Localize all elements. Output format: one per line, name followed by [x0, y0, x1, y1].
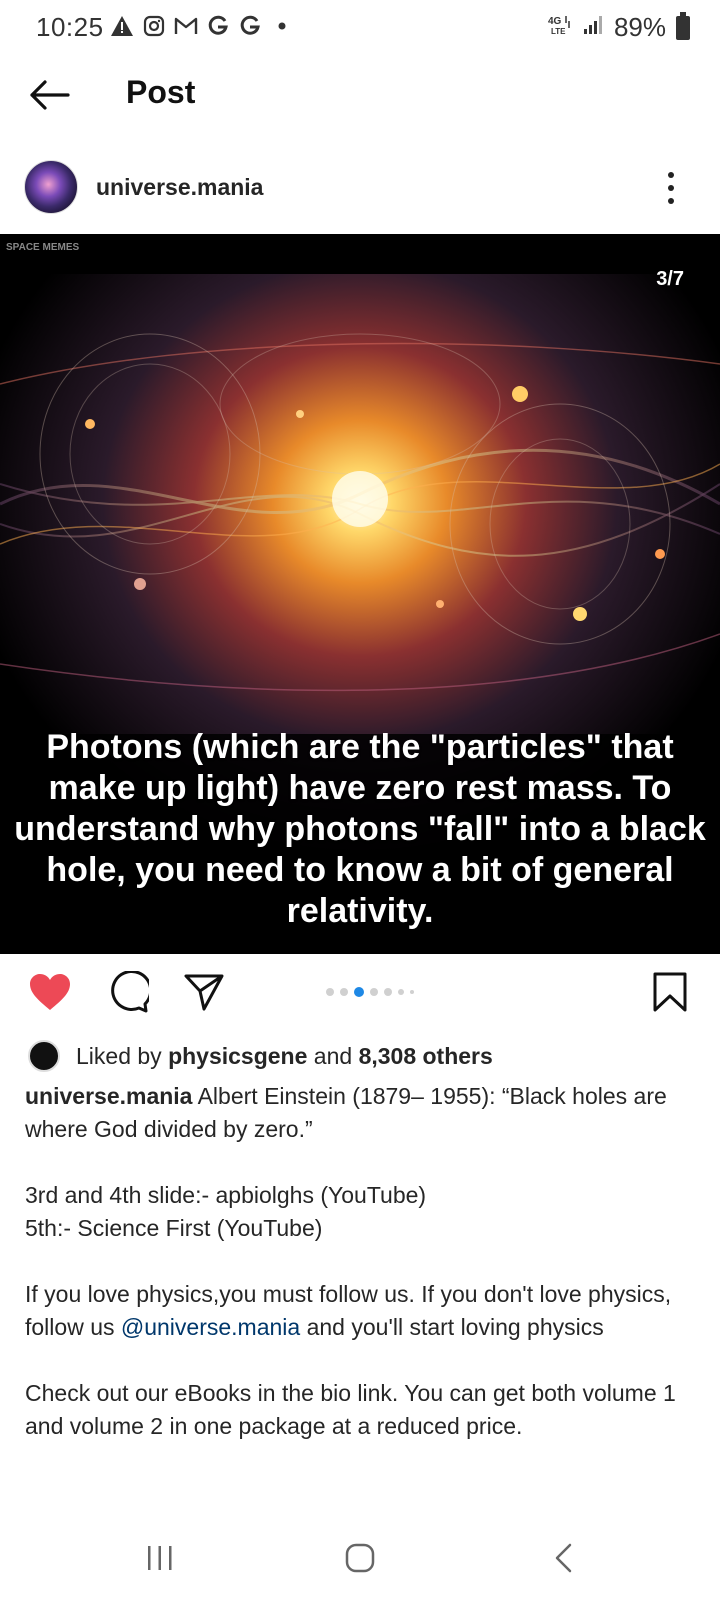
home-button[interactable]	[330, 1536, 390, 1580]
recents-icon	[148, 1546, 172, 1570]
battery-percent: 89%	[613, 12, 666, 42]
signal-icon	[582, 14, 604, 41]
likes-prefix: Liked by	[76, 1042, 169, 1069]
liker-avatar	[28, 1040, 60, 1072]
alert-icon	[110, 14, 134, 38]
carousel-dot	[410, 990, 414, 994]
bookmark-icon	[653, 972, 687, 1012]
carousel-dot	[340, 988, 348, 996]
status-right: 4G LTE 89%	[548, 11, 690, 43]
share-icon	[184, 974, 224, 1011]
status-bar: 10:25 4G LTE 89%	[0, 0, 720, 56]
image-text: Photons (which are the "particles" that …	[14, 728, 706, 930]
recents-button[interactable]	[130, 1536, 190, 1580]
likes-middle: and	[307, 1042, 359, 1069]
avatar[interactable]	[24, 160, 78, 214]
back-button[interactable]	[24, 70, 74, 120]
svg-text:4G: 4G	[548, 16, 562, 27]
caption-paragraph: If you love physics,you must follow us. …	[25, 1278, 695, 1344]
battery-icon	[676, 11, 690, 40]
liker-username[interactable]: physicsgene	[168, 1043, 307, 1069]
caption-credit-1: 3rd and 4th slide:- apbiolghs (YouTube)	[25, 1182, 427, 1208]
caption-mention[interactable]: @universe.mania	[121, 1314, 300, 1340]
post-username[interactable]: universe.mania	[96, 174, 263, 201]
instagram-icon	[142, 14, 166, 38]
share-button[interactable]	[180, 968, 228, 1016]
slide-counter: 3/7	[656, 268, 684, 290]
save-button[interactable]	[646, 968, 694, 1016]
more-options-button[interactable]	[658, 168, 684, 208]
google-icon	[238, 14, 262, 38]
home-icon	[345, 1543, 375, 1573]
carousel-dot	[326, 988, 334, 996]
comment-icon	[111, 971, 149, 1013]
svg-text:LTE: LTE	[551, 27, 566, 36]
system-nav-bar	[0, 1516, 720, 1600]
caption-ebook-text: Check out our eBooks in the bio link. Yo…	[25, 1380, 676, 1439]
likes-text: Liked by physicsgene and 8,308 others	[76, 1043, 493, 1070]
google-icon	[206, 14, 230, 38]
dot-icon	[270, 14, 294, 38]
post-media[interactable]: SPACE MEMES 3/7 Photons (which are the "…	[0, 234, 720, 954]
caption-credit-2: 5th:- Science First (YouTube)	[25, 1215, 323, 1241]
gmail-icon	[174, 14, 198, 38]
page-title: Post	[126, 74, 196, 110]
4g-lte-icon: 4G LTE	[548, 14, 572, 41]
more-dot	[668, 185, 674, 191]
carousel-dot-active	[354, 987, 364, 997]
app-header: Post	[0, 60, 720, 130]
watermark: SPACE MEMES	[6, 242, 80, 253]
likes-count[interactable]: 8,308 others	[359, 1043, 493, 1069]
comment-button[interactable]	[104, 968, 152, 1016]
carousel-dot	[370, 988, 378, 996]
chevron-left-icon	[555, 1543, 572, 1573]
likes-row[interactable]: Liked by physicsgene and 8,308 others	[28, 1038, 493, 1074]
more-dot	[668, 198, 674, 204]
notification-icons	[110, 14, 294, 38]
caption-paragraph: 3rd and 4th slide:- apbiolghs (YouTube) 5…	[25, 1179, 695, 1245]
back-arrow-icon	[30, 80, 70, 110]
status-time: 10:25	[36, 12, 104, 42]
post-actions	[0, 962, 720, 1022]
system-back-button[interactable]	[534, 1536, 594, 1580]
carousel-dot	[384, 988, 392, 996]
post-caption: universe.mania Albert Einstein (1879– 19…	[25, 1080, 695, 1476]
heart-icon	[30, 974, 70, 1010]
caption-paragraph: universe.mania Albert Einstein (1879– 19…	[25, 1080, 695, 1146]
more-dot	[668, 172, 674, 178]
carousel-indicator	[326, 987, 414, 997]
caption-username[interactable]: universe.mania	[25, 1083, 192, 1109]
caption-paragraph: Check out our eBooks in the bio link. Yo…	[25, 1377, 695, 1443]
caption-follow-text-end: and you'll start loving physics	[300, 1314, 604, 1340]
carousel-dot	[398, 989, 404, 995]
post-header: universe.mania	[0, 150, 720, 226]
like-button[interactable]	[26, 968, 74, 1016]
